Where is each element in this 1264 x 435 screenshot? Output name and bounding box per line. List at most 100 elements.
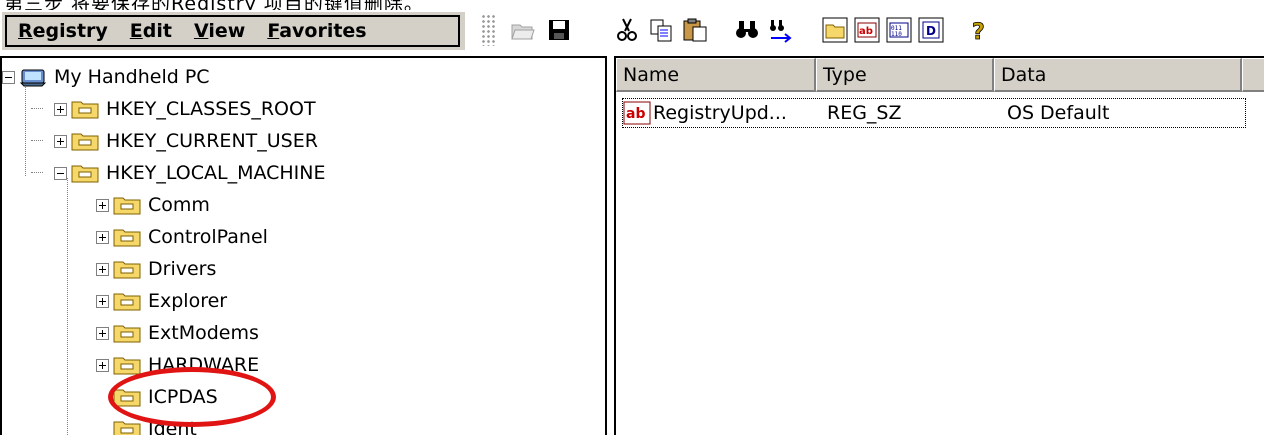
registry-folder-icon (113, 261, 141, 279)
registry-folder-icon (113, 357, 141, 375)
tree-node-controlpanel[interactable]: ControlPanel (96, 221, 268, 253)
column-header-name[interactable]: Name (616, 58, 816, 92)
cell-name: ab RegistryUpd... (623, 99, 787, 127)
toolbar: ab 011 110 D ? (465, 10, 1264, 50)
expand-toggle[interactable] (54, 102, 67, 116)
tree-node-hardware[interactable]: HARDWARE (96, 349, 259, 381)
expand-toggle[interactable] (54, 134, 67, 148)
menu-edit[interactable]: Edit (119, 20, 183, 42)
expand-toggle[interactable] (96, 294, 109, 308)
open-icon[interactable] (509, 16, 537, 44)
string-value-icon: ab (623, 101, 651, 125)
svg-text:ab: ab (626, 106, 645, 122)
list-item[interactable]: ab RegistryUpd... REG_SZ OS Default (622, 98, 1246, 128)
tree-node-icpdas[interactable]: ICPDAS (109, 381, 218, 413)
tree-node-label: HKEY_CURRENT_USER (106, 130, 318, 152)
menubar-frame: Registry Edit View Favorites (0, 10, 465, 50)
expand-toggle[interactable] (96, 230, 109, 244)
menu-edit-mnemonic: E (129, 20, 143, 42)
value-type: REG_SZ (827, 102, 902, 124)
cell-type: REG_SZ (827, 99, 902, 127)
column-header-type[interactable]: Type (816, 58, 994, 92)
tree-node-label: ControlPanel (148, 226, 268, 248)
tree-node-label: HKEY_CLASSES_ROOT (106, 98, 316, 120)
expand-toggle[interactable] (96, 198, 109, 212)
tree-node-label: HKEY_LOCAL_MACHINE (106, 162, 326, 184)
tree-connector (31, 140, 43, 141)
menu-registry-label: egistry (32, 20, 108, 42)
help-icon[interactable]: ? (965, 16, 993, 44)
tree-connector (31, 172, 43, 173)
column-header-label: Data (1001, 63, 1047, 86)
menu-favorites[interactable]: Favorites (256, 20, 377, 42)
menu-edit-label: dit (142, 20, 172, 42)
menubar: Registry Edit View Favorites (5, 15, 460, 47)
menu-view-mnemonic: V (193, 20, 209, 42)
tree-node-extmodems[interactable]: ExtModems (96, 317, 259, 349)
find-next-icon[interactable] (767, 16, 795, 44)
value-name: RegistryUpd... (653, 102, 787, 124)
tree-connector (31, 108, 43, 109)
tree-node-label: Ident (148, 418, 197, 435)
registry-tree: My Handheld PC HKEY_CLASSES_ROOT HKEY_CU… (2, 58, 605, 435)
registry-folder-open-icon (113, 389, 141, 407)
save-icon[interactable] (545, 16, 573, 44)
column-header-label: Type (823, 63, 867, 86)
tree-node-hkcu[interactable]: HKEY_CURRENT_USER (54, 125, 318, 157)
cell-data: OS Default (1007, 99, 1109, 127)
paste-icon[interactable] (681, 16, 709, 44)
pane-splitter[interactable] (607, 56, 614, 435)
tree-connector (67, 178, 68, 435)
expand-toggle[interactable] (96, 358, 109, 372)
column-header-data[interactable]: Data (994, 58, 1242, 92)
handheld-pc-icon (19, 69, 47, 87)
registry-folder-icon (113, 293, 141, 311)
tree-pane[interactable]: My Handheld PC HKEY_CLASSES_ROOT HKEY_CU… (0, 56, 607, 435)
svg-text:D: D (926, 24, 936, 38)
values-list-pane[interactable]: Name Type Data ab RegistryUpd... REG_SZ … (614, 56, 1264, 435)
svg-text:110: 110 (891, 31, 902, 38)
new-key-icon[interactable] (821, 16, 849, 44)
tree-node-comm[interactable]: Comm (96, 189, 210, 221)
new-string-icon[interactable]: ab (853, 16, 881, 44)
registry-folder-icon (113, 325, 141, 343)
collapse-toggle[interactable] (2, 70, 15, 84)
menu-view-label: iew (208, 20, 246, 42)
menu-favorites-mnemonic: F (267, 20, 280, 42)
registry-folder-icon (71, 165, 99, 183)
tree-node-label: Comm (148, 194, 210, 216)
tree-node-drivers[interactable]: Drivers (96, 253, 216, 285)
tree-node-explorer[interactable]: Explorer (96, 285, 227, 317)
collapse-toggle[interactable] (54, 166, 67, 180)
tree-node-label: ICPDAS (148, 386, 218, 408)
tree-node-label: Drivers (148, 258, 217, 280)
new-dword-icon[interactable]: D (917, 16, 945, 44)
tree-node-label: ExtModems (148, 322, 259, 344)
registry-folder-icon (113, 229, 141, 247)
expand-toggle[interactable] (96, 326, 109, 340)
tree-node-label: My Handheld PC (54, 66, 210, 88)
tree-node-hklm[interactable]: HKEY_LOCAL_MACHINE (54, 157, 326, 189)
new-binary-icon[interactable]: 011 110 (885, 16, 913, 44)
tree-node-hkcr[interactable]: HKEY_CLASSES_ROOT (54, 93, 316, 125)
toolbar-grip[interactable] (481, 14, 495, 46)
cut-icon[interactable] (613, 16, 641, 44)
column-header-label: Name (623, 63, 680, 86)
svg-text:?: ? (972, 20, 985, 44)
registry-folder-icon (71, 133, 99, 151)
menu-favorites-label: avorites (279, 20, 367, 42)
expand-toggle[interactable] (96, 262, 109, 276)
copy-icon[interactable] (647, 16, 675, 44)
registry-folder-icon (71, 101, 99, 119)
svg-text:ab: ab (859, 26, 873, 37)
menu-registry-mnemonic: R (18, 20, 33, 42)
find-icon[interactable] (733, 16, 761, 44)
tree-node-root[interactable]: My Handheld PC (2, 61, 210, 93)
tree-node-ident[interactable]: Ident (109, 413, 197, 435)
registry-folder-icon (113, 197, 141, 215)
tree-node-label: Explorer (148, 290, 228, 312)
registry-folder-icon (113, 421, 141, 435)
menu-view[interactable]: View (183, 20, 256, 42)
menu-registry[interactable]: Registry (7, 20, 119, 42)
value-data: OS Default (1007, 102, 1110, 124)
